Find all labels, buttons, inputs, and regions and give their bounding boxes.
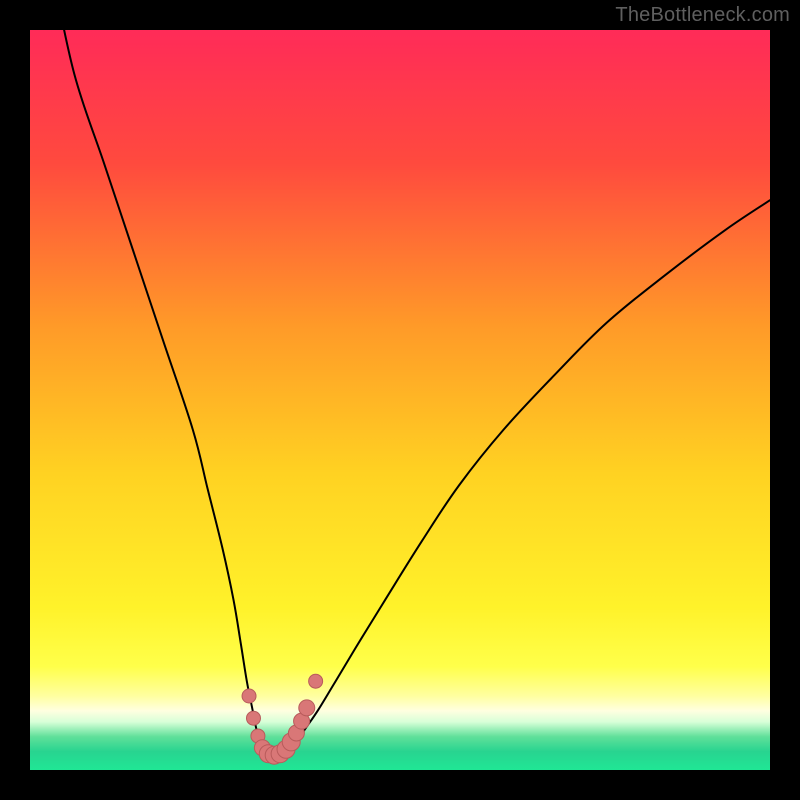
plot-area <box>30 30 770 770</box>
marker-dot <box>246 711 260 725</box>
marker-dots <box>242 674 323 764</box>
bottleneck-curve <box>52 30 770 756</box>
marker-dot <box>242 689 256 703</box>
marker-dot <box>309 674 323 688</box>
curve-layer <box>30 30 770 770</box>
watermark-label: TheBottleneck.com <box>615 4 790 27</box>
chart-frame: TheBottleneck.com <box>0 0 800 800</box>
marker-dot <box>299 700 315 716</box>
